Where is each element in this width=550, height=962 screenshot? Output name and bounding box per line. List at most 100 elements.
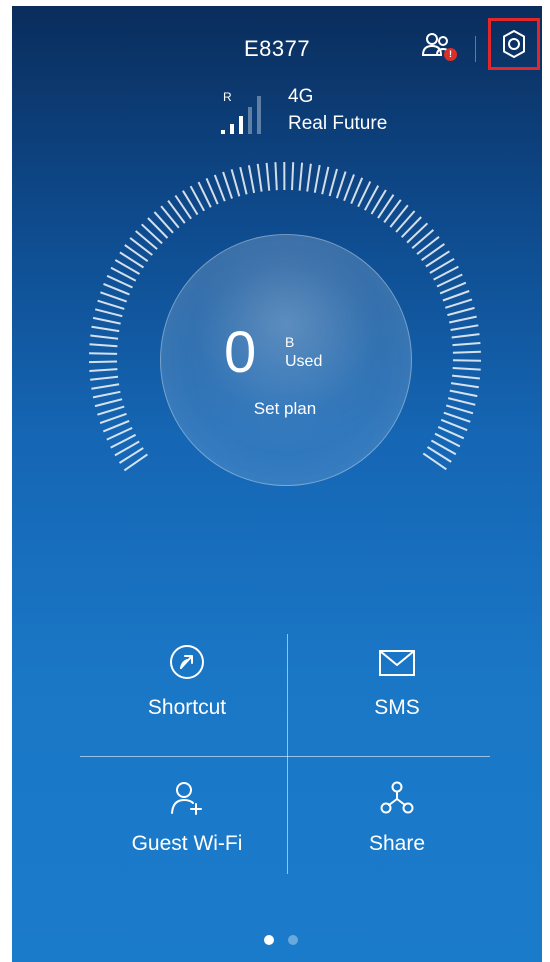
gauge-tick	[97, 299, 125, 310]
grid-divider-vertical	[287, 634, 288, 874]
gauge-tick	[422, 452, 447, 471]
gauge-tick	[103, 282, 130, 296]
gauge-tick	[452, 350, 481, 354]
gauge-tick	[383, 199, 402, 223]
gauge-tick	[88, 360, 118, 364]
page-dot-active[interactable]	[264, 935, 274, 945]
gauge-tick	[265, 162, 271, 191]
add-user-icon	[171, 782, 202, 815]
tile-label: Shortcut	[147, 696, 227, 719]
gauge-tick	[416, 236, 440, 255]
gauge-tick	[370, 189, 387, 215]
gauge-tick	[395, 210, 416, 233]
gauge-tick	[174, 194, 192, 220]
gauge-tick	[321, 166, 330, 195]
gauge-tick	[213, 174, 226, 202]
gauge-tick	[449, 389, 478, 398]
gauge-tick	[430, 439, 457, 456]
gauge-tick	[110, 433, 137, 449]
gauge-tick	[400, 216, 422, 238]
gauge-tick	[89, 368, 118, 372]
gauge-tick	[364, 185, 380, 211]
tile-share[interactable]: Share	[297, 778, 497, 888]
gauge-tick	[94, 308, 123, 318]
gauge-tick	[197, 181, 212, 208]
app-screen: E8377 ! R 4G Real Future 0 B Used Set pl…	[12, 6, 542, 962]
gauge-tick	[448, 315, 477, 324]
gauge-tick	[110, 266, 137, 282]
gauge-tick	[153, 211, 174, 234]
tile-label: SMS	[374, 696, 420, 719]
shortcut-icon	[170, 645, 204, 679]
gauge-tick	[124, 244, 149, 263]
gauge-tick	[437, 425, 465, 440]
envelope-icon	[379, 650, 415, 676]
settings-button[interactable]	[488, 18, 540, 70]
gauge-tick	[118, 447, 144, 464]
share-icon	[380, 781, 414, 814]
gauge-tick	[440, 418, 468, 432]
usage-value: 0	[224, 320, 257, 385]
gauge-tick	[442, 290, 470, 302]
tile-guest-wifi[interactable]: Guest Wi-Fi	[87, 778, 287, 888]
gauge-tick	[114, 259, 141, 275]
gauge-tick	[389, 204, 409, 228]
gauge-tick	[434, 432, 461, 448]
gauge-tick	[450, 324, 479, 331]
users-button[interactable]: !	[421, 30, 458, 66]
gauge-tick	[141, 223, 163, 245]
gauge-tick	[350, 177, 364, 204]
usage-unit: B	[285, 334, 295, 350]
gauge-tick	[447, 306, 475, 317]
page-dot[interactable]	[288, 935, 298, 945]
gear-icon	[503, 30, 525, 58]
tile-shortcut[interactable]: Shortcut	[87, 642, 287, 752]
gauge-tick	[89, 343, 118, 348]
gauge-tick	[377, 194, 395, 219]
gauge-tick	[425, 250, 450, 268]
gauge-tick	[119, 251, 145, 269]
network-type: 4G	[288, 86, 314, 107]
gauge-tick	[452, 367, 481, 371]
gauge-tick	[239, 166, 248, 195]
gauge-tick	[421, 243, 445, 262]
gauge-tick	[439, 281, 467, 295]
gauge-tick	[357, 181, 372, 208]
grid-divider-horizontal	[80, 756, 490, 757]
gauge-tick	[452, 342, 481, 347]
gauge-tick	[444, 298, 473, 309]
gauge-tick	[433, 265, 459, 281]
device-name: E8377	[243, 36, 311, 61]
gauge-tick	[256, 163, 263, 192]
notification-badge: !	[444, 48, 457, 61]
gauge-tick	[429, 257, 455, 274]
gauge-tick	[100, 291, 128, 303]
gauge-tick	[147, 217, 169, 239]
usage-label: Used	[285, 353, 323, 370]
gauge-tick	[91, 383, 120, 390]
gauge-tick	[406, 222, 429, 244]
gauge-tick	[411, 229, 435, 249]
gauge-tick	[298, 162, 304, 191]
gauge-tick	[91, 325, 120, 333]
tile-sms[interactable]: SMS	[297, 642, 497, 752]
gauge-tick	[451, 374, 481, 380]
signal-strength-icon	[221, 96, 261, 134]
gauge-tick	[106, 426, 133, 441]
tile-label: Share	[368, 832, 426, 855]
gauge-tick	[114, 440, 140, 457]
gauge-tick	[436, 273, 463, 288]
gauge-tick	[167, 200, 186, 224]
gauge-tick	[92, 390, 121, 399]
gauge-tick	[291, 162, 295, 191]
gauge-tick	[102, 419, 130, 433]
header-divider	[475, 36, 476, 62]
gauge-tick	[451, 333, 480, 339]
gauge-tick	[89, 352, 118, 355]
tile-label: Guest Wi-Fi	[131, 832, 243, 855]
gauge-tick	[426, 446, 452, 463]
gauge-tick	[328, 168, 338, 197]
page-indicator	[264, 935, 314, 947]
gauge-tick	[123, 453, 148, 472]
set-plan-link[interactable]: Set plan	[12, 399, 542, 419]
